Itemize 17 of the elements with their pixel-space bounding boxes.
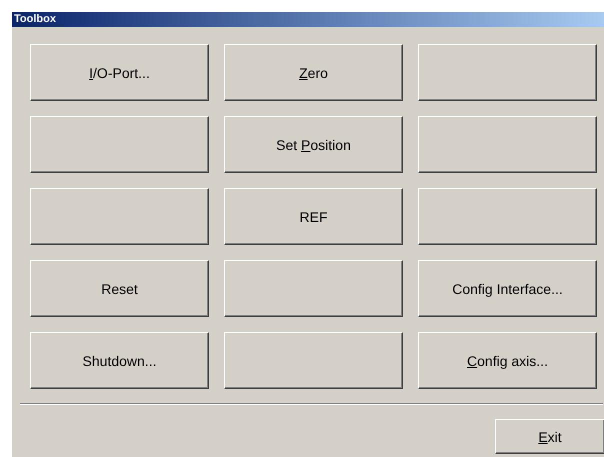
toolbox-button[interactable]: Config Interface...	[418, 260, 597, 317]
blank-button[interactable]	[418, 44, 597, 101]
toolbox-button[interactable]: Set Position	[224, 116, 403, 173]
blank-button[interactable]	[418, 188, 597, 245]
blank-button[interactable]	[30, 116, 209, 173]
window-title: Toolbox	[12, 12, 604, 27]
blank-button[interactable]	[224, 332, 403, 389]
exit-button[interactable]: Exit	[495, 419, 604, 454]
toolbox-button[interactable]: Reset	[30, 260, 209, 317]
toolbox-button[interactable]: Zero	[224, 44, 403, 101]
blank-button[interactable]	[224, 260, 403, 317]
toolbox-button[interactable]: Config axis...	[418, 332, 597, 389]
toolbox-button[interactable]: REF	[224, 188, 403, 245]
toolbox-button[interactable]: I/O-Port...	[30, 44, 209, 101]
toolbox-button[interactable]: Shutdown...	[30, 332, 209, 389]
blank-button[interactable]	[30, 188, 209, 245]
blank-button[interactable]	[418, 116, 597, 173]
